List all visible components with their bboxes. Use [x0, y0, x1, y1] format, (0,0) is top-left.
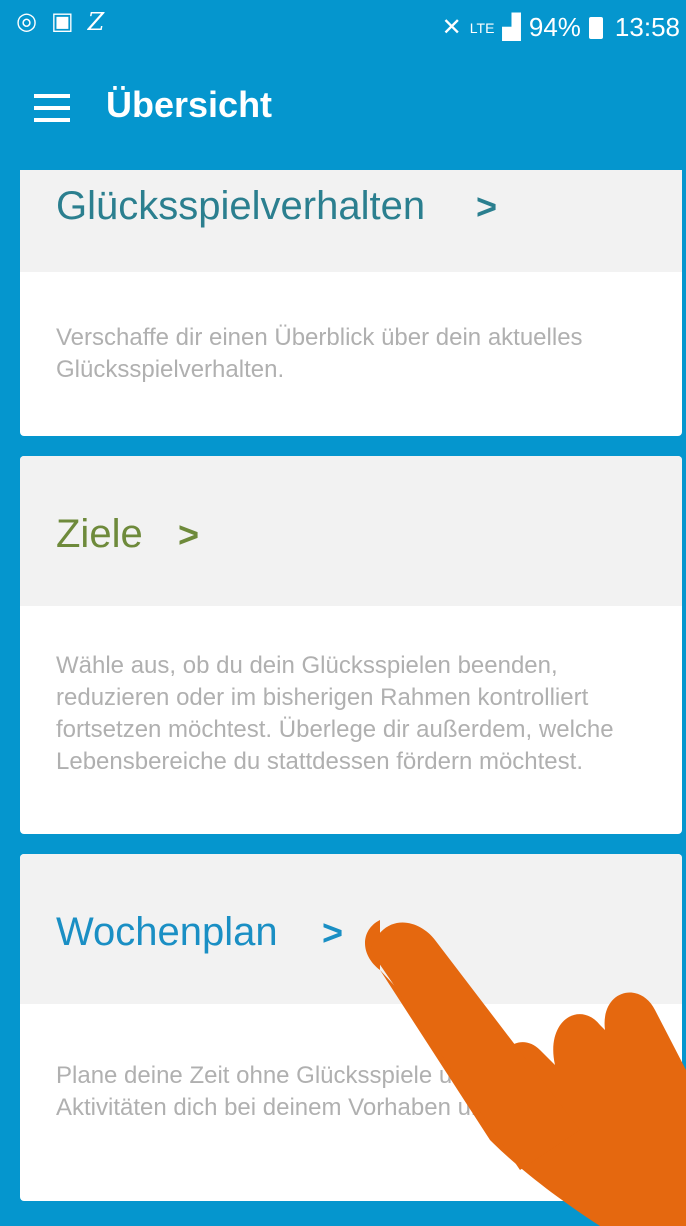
- chevron-right-icon[interactable]: >: [178, 514, 199, 556]
- z-icon: Z: [87, 8, 105, 36]
- battery-percentage: 94%: [528, 12, 581, 42]
- mute-icon: ✕: [441, 13, 462, 41]
- battery-icon: [588, 16, 603, 39]
- card-title[interactable]: Ziele: [56, 512, 143, 557]
- card-gambling-behavior[interactable]: Glücksspielverhalten > Verschaffe dir ei…: [20, 170, 682, 436]
- signal-icon: ▟: [502, 13, 521, 41]
- card-title[interactable]: Wochenplan: [56, 910, 278, 955]
- card-title[interactable]: Glücksspielverhalten: [56, 184, 425, 229]
- card-header[interactable]: Ziele >: [20, 456, 682, 606]
- card-description: Wähle aus, ob du dein Glücksspielen been…: [56, 652, 614, 775]
- app-bar: Übersicht: [0, 56, 686, 170]
- status-left-icons: ◎ ▣ Z: [16, 8, 105, 36]
- hamburger-icon[interactable]: [34, 94, 70, 122]
- clock: 13:58: [614, 12, 680, 42]
- pointing-hand-icon: [365, 920, 686, 1226]
- network-label: LTE: [469, 19, 495, 36]
- chevron-right-icon[interactable]: >: [476, 186, 497, 228]
- card-description: Verschaffe dir einen Überblick über dein…: [56, 324, 583, 383]
- target-icon: ◎: [16, 8, 37, 35]
- card-goals[interactable]: Ziele > Wähle aus, ob du dein Glücksspie…: [20, 456, 682, 834]
- status-bar: ◎ ▣ Z ✕ LTE ▟ 94% 13:58: [0, 0, 686, 56]
- page-title: Übersicht: [106, 84, 273, 125]
- status-right-icons: ✕ LTE ▟ 94% 13:58: [442, 12, 680, 43]
- screen-icon: ▣: [50, 8, 74, 35]
- card-header[interactable]: Glücksspielverhalten >: [20, 170, 682, 272]
